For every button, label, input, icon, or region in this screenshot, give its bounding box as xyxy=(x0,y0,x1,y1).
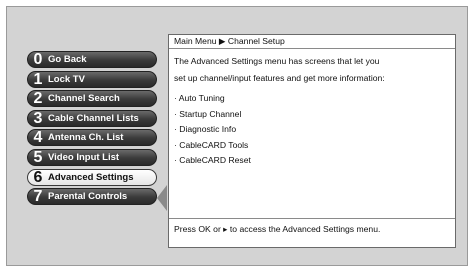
breadcrumb: Main Menu ▶ Channel Setup xyxy=(169,35,455,49)
panel-description: The Advanced Settings menu has screens t… xyxy=(174,53,450,87)
tv-screen: 0 Go Back 1 Lock TV 2 Channel Search 3 C… xyxy=(6,6,468,266)
menu-item-label: Channel Search xyxy=(48,93,120,105)
menu-item-video-input-list[interactable]: 5 Video Input List xyxy=(27,148,157,166)
menu-item-lock-tv[interactable]: 1 Lock TV xyxy=(27,70,157,88)
menu-item-go-back[interactable]: 0 Go Back xyxy=(27,51,157,68)
menu-item-label: Video Input List xyxy=(48,151,120,163)
list-item: · Auto Tuning xyxy=(174,93,225,103)
menu-item-number: 3 xyxy=(33,109,43,127)
list-item: · Startup Channel xyxy=(174,108,242,119)
menu-item-number: 7 xyxy=(33,188,43,206)
feature-list: · Auto Tuning · Startup Channel · Diagno… xyxy=(174,91,251,169)
description-line: set up channel/input features and get mo… xyxy=(174,73,385,83)
menu-item-parental-controls[interactable]: 7 Parental Controls xyxy=(27,188,157,206)
menu-item-antenna-ch-list[interactable]: 4 Antenna Ch. List xyxy=(27,129,157,147)
description-line: The Advanced Settings menu has screens t… xyxy=(174,56,380,66)
list-item: · Diagnostic Info xyxy=(174,124,237,134)
menu-item-label: Parental Controls xyxy=(48,191,128,203)
help-text: Press OK or ▸ to access the Advanced Set… xyxy=(174,224,381,234)
menu-item-cable-channel-lists[interactable]: 3 Cable Channel Lists xyxy=(27,109,157,127)
info-panel: Main Menu ▶ Channel Setup The Advanced S… xyxy=(168,34,456,248)
menu-item-number: 0 xyxy=(33,51,43,68)
menu-item-number: 5 xyxy=(33,148,43,166)
menu-item-number: 2 xyxy=(33,90,43,108)
menu-item-number: 1 xyxy=(33,70,43,88)
list-item: · CableCARD Reset xyxy=(174,155,251,165)
menu-item-label: Lock TV xyxy=(48,73,85,85)
menu-item-advanced-settings[interactable]: 6 Advanced Settings xyxy=(27,168,157,186)
menu-item-label: Advanced Settings xyxy=(48,171,134,183)
main-menu: 0 Go Back 1 Lock TV 2 Channel Search 3 C… xyxy=(27,51,157,208)
list-item: · CableCARD Tools xyxy=(174,139,249,150)
menu-item-channel-search[interactable]: 2 Channel Search xyxy=(27,90,157,108)
menu-item-number: 4 xyxy=(33,129,43,147)
menu-item-label: Cable Channel Lists xyxy=(48,112,139,124)
menu-item-label: Go Back xyxy=(48,54,87,65)
menu-item-number: 6 xyxy=(33,168,43,186)
selection-pointer-icon xyxy=(157,185,167,211)
divider xyxy=(169,218,455,219)
menu-item-label: Antenna Ch. List xyxy=(48,132,124,144)
